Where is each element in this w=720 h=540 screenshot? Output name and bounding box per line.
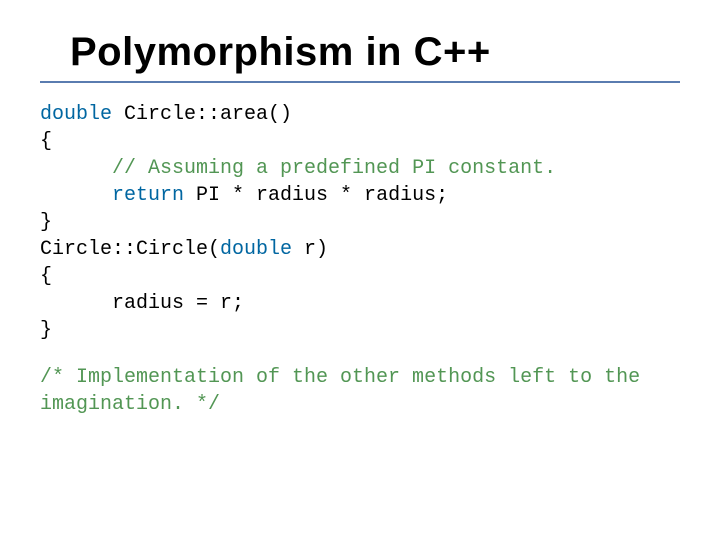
code-text: { [40, 265, 52, 288]
slide-title: Polymorphism in C++ [70, 30, 680, 75]
code-text: { [40, 130, 52, 153]
code-text: Circle::area() [112, 103, 292, 126]
code-text: PI * radius * radius; [184, 184, 448, 207]
title-underline [40, 81, 680, 83]
blank-line [40, 344, 680, 364]
code-indent [40, 184, 112, 207]
comment: imagination. */ [40, 393, 220, 416]
keyword-double: double [40, 103, 112, 126]
code-text: Circle::Circle( [40, 238, 220, 261]
keyword-double: double [220, 238, 292, 261]
code-indent [40, 292, 112, 315]
code-text: } [40, 319, 52, 342]
comment: /* Implementation of the other methods l… [40, 366, 640, 389]
keyword-return: return [112, 184, 184, 207]
comment: // Assuming a predefined PI constant. [112, 157, 556, 180]
code-text: } [40, 211, 52, 234]
slide: Polymorphism in C++ double Circle::area(… [0, 0, 720, 540]
code-indent [40, 157, 112, 180]
code-text: radius = r; [112, 292, 244, 315]
code-block: double Circle::area() { // Assuming a pr… [40, 101, 680, 418]
code-text: r) [292, 238, 328, 261]
